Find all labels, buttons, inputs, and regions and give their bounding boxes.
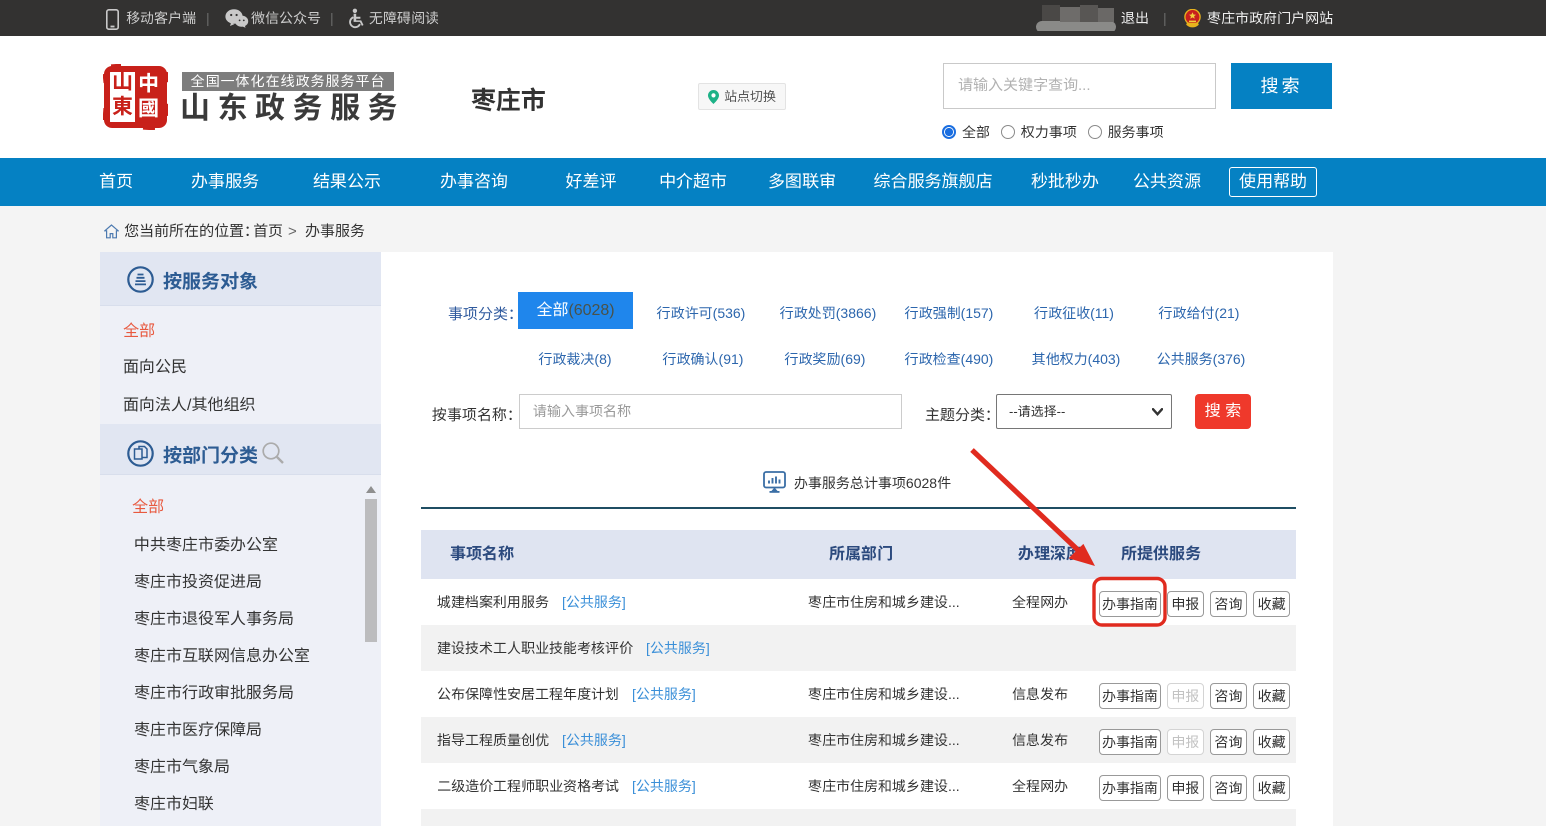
svg-text:東: 東 bbox=[112, 91, 133, 121]
svg-text:國: 國 bbox=[138, 93, 159, 123]
